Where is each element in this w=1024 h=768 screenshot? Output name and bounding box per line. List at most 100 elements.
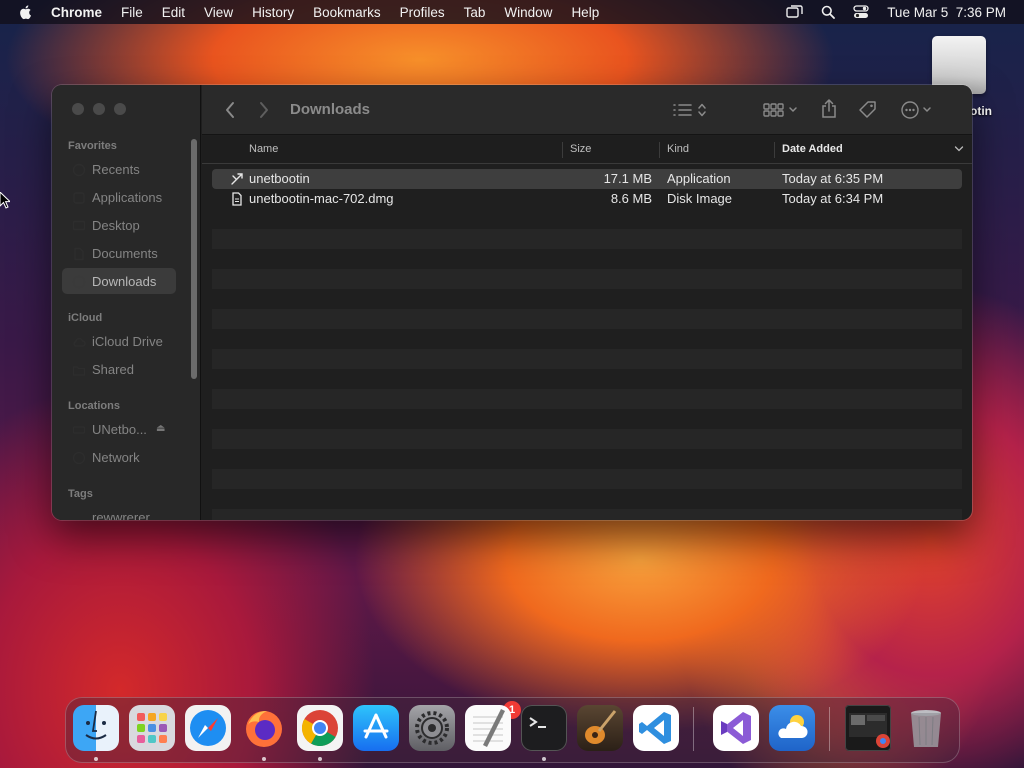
sidebar-item-network[interactable]: Network <box>92 450 140 465</box>
sidebar-heading-tags: Tags <box>68 488 93 500</box>
menu-edit[interactable]: Edit <box>162 5 185 20</box>
weather-icon <box>778 715 808 738</box>
column-date-added[interactable]: Date Added <box>782 143 843 155</box>
sidebar-item-downloads[interactable]: Downloads <box>92 274 156 289</box>
menu-file[interactable]: File <box>121 5 143 20</box>
sidebar-item-documents[interactable]: Documents <box>92 246 158 261</box>
dock-chrome[interactable] <box>297 705 343 751</box>
shared-folder-icon <box>72 366 86 376</box>
empty-row <box>212 509 962 520</box>
running-indicator <box>94 757 98 761</box>
group-button[interactable] <box>762 101 800 119</box>
menu-window[interactable]: Window <box>504 5 552 20</box>
sidebar-item-unetbootin-volume[interactable]: UNetbo... <box>92 422 147 437</box>
share-button[interactable] <box>820 99 838 119</box>
dock-textedit[interactable] <box>465 705 511 751</box>
menu-history[interactable]: History <box>252 5 294 20</box>
apple-menu-icon[interactable] <box>18 4 34 20</box>
file-row[interactable]: unetbootin 17.1 MB Application Today at … <box>212 169 962 189</box>
dock-safari[interactable] <box>185 705 231 751</box>
list-view-button[interactable] <box>672 101 708 119</box>
window-title: Downloads <box>290 101 371 118</box>
desktop-icon <box>72 220 86 231</box>
dock-vscode[interactable] <box>633 705 679 751</box>
vscode-icon <box>639 712 671 744</box>
share-icon <box>822 99 836 118</box>
cloud-icon <box>73 337 86 347</box>
menu-profiles[interactable]: Profiles <box>400 5 445 20</box>
column-size[interactable]: Size <box>570 143 591 155</box>
column-divider[interactable] <box>774 142 775 158</box>
menu-bookmarks[interactable]: Bookmarks <box>313 5 381 20</box>
trash-icon <box>911 710 941 747</box>
dock-terminal[interactable] <box>521 705 567 751</box>
menu-view[interactable]: View <box>204 5 233 20</box>
empty-row <box>212 349 962 369</box>
screen-mirroring-icon[interactable] <box>786 5 803 19</box>
column-header: Name Size Kind Date Added <box>202 136 972 164</box>
disk-icon <box>72 426 86 434</box>
column-name[interactable]: Name <box>249 143 278 155</box>
file-size: 17.1 MB <box>603 171 652 186</box>
dock-firefox[interactable] <box>241 705 287 751</box>
menu-help[interactable]: Help <box>571 5 599 20</box>
chevron-down-icon[interactable] <box>954 144 964 154</box>
file-date-added: Today at 6:35 PM <box>782 171 884 186</box>
dock-divider <box>693 707 694 751</box>
eject-icon[interactable]: ⏏ <box>156 423 165 434</box>
sidebar-item-desktop[interactable]: Desktop <box>92 218 140 233</box>
file-kind: Disk Image <box>667 191 733 206</box>
zoom-button[interactable] <box>114 103 126 115</box>
running-indicator <box>542 757 546 761</box>
sidebar-heading-icloud: iCloud <box>68 312 103 324</box>
dock-garageband[interactable] <box>577 705 623 751</box>
finder-toolbar: Downloads <box>202 85 972 135</box>
sidebar-item-recents[interactable]: Recents <box>92 162 140 177</box>
menubar-clock[interactable]: Tue Mar 5 7:36 PM <box>887 5 1006 20</box>
menu-app-chrome[interactable]: Chrome <box>51 5 102 20</box>
close-button[interactable] <box>72 103 84 115</box>
chrome-icon <box>301 710 338 747</box>
control-center-icon[interactable] <box>853 5 869 19</box>
column-kind[interactable]: Kind <box>667 143 689 155</box>
search-icon[interactable] <box>821 5 836 19</box>
document-icon <box>74 247 84 261</box>
dock-divider <box>829 707 830 751</box>
file-name: unetbootin <box>249 171 310 186</box>
sidebar-item-shared[interactable]: Shared <box>92 362 134 377</box>
dock-chrome-window-preview[interactable] <box>845 705 891 751</box>
dock-launchpad[interactable] <box>129 705 175 751</box>
file-size: 8.6 MB <box>610 191 652 206</box>
sidebar-item-tag[interactable]: rewwrerer <box>92 510 150 520</box>
sidebar-scrollbar[interactable] <box>191 139 197 379</box>
tags-button[interactable] <box>858 100 878 120</box>
document-icon <box>232 192 242 206</box>
sidebar-item-icloud-drive[interactable]: iCloud Drive <box>92 334 163 349</box>
forward-button[interactable] <box>258 101 270 119</box>
tag-icon <box>859 101 876 118</box>
safari-icon <box>190 710 226 746</box>
dock-trash[interactable] <box>903 705 949 751</box>
dock-app-store[interactable] <box>353 705 399 751</box>
dock-visual-studio[interactable] <box>713 705 759 751</box>
dock-weather[interactable] <box>769 705 815 751</box>
empty-row <box>212 469 962 489</box>
file-kind: Application <box>667 171 731 186</box>
applications-icon <box>73 192 85 204</box>
menu-tab[interactable]: Tab <box>464 5 486 20</box>
dock: 1 <box>65 697 960 763</box>
mouse-pointer-icon <box>0 192 10 209</box>
finder-window: Favorites Recents Applications Desktop D… <box>52 85 972 520</box>
dock-system-settings[interactable] <box>409 705 455 751</box>
sidebar-item-applications[interactable]: Applications <box>92 190 162 205</box>
dock-finder[interactable] <box>73 705 119 751</box>
launchpad-icon <box>137 713 167 743</box>
action-button[interactable] <box>900 101 936 119</box>
minimize-button[interactable] <box>93 103 105 115</box>
back-button[interactable] <box>224 101 236 119</box>
column-divider[interactable] <box>562 142 563 158</box>
column-divider[interactable] <box>659 142 660 158</box>
running-indicator <box>262 757 266 761</box>
empty-row <box>212 229 962 249</box>
file-row[interactable]: unetbootin-mac-702.dmg 8.6 MB Disk Image… <box>212 189 962 209</box>
